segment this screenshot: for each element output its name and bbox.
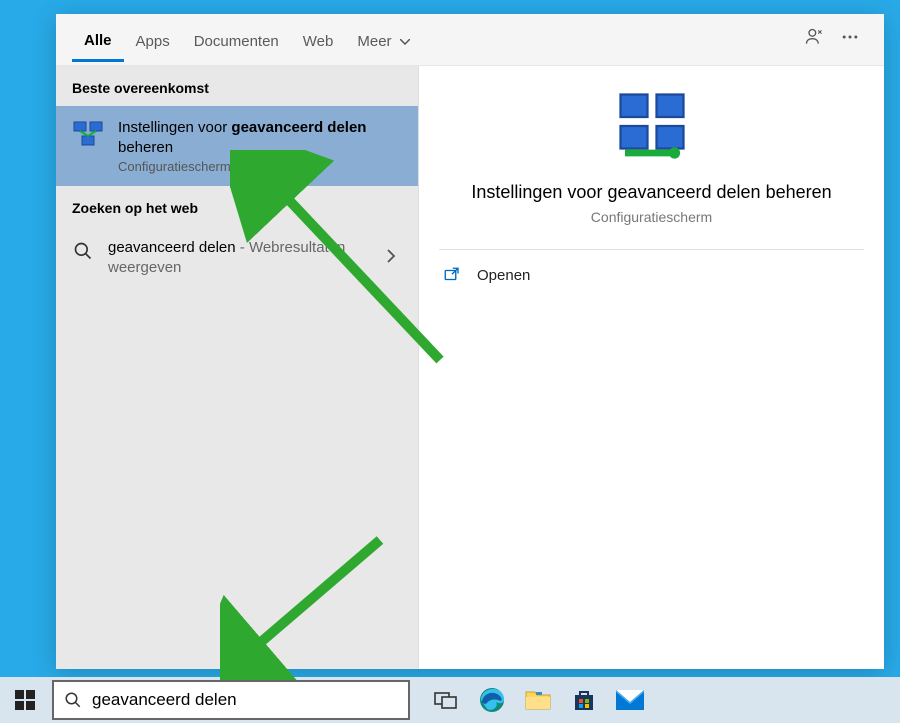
task-view-icon[interactable] xyxy=(428,682,464,718)
search-input[interactable] xyxy=(92,690,398,710)
open-icon xyxy=(443,266,461,284)
web-result-title: geavanceerd delen - Webresultaten weerge… xyxy=(108,238,366,277)
tab-apps[interactable]: Apps xyxy=(124,19,182,60)
network-sharing-icon-large xyxy=(616,90,688,162)
start-button[interactable] xyxy=(0,677,50,723)
search-icon xyxy=(72,240,94,262)
result-web-geavanceerd-delen[interactable]: geavanceerd delen - Webresultaten weerge… xyxy=(56,226,418,289)
chevron-down-icon xyxy=(400,39,410,45)
network-sharing-icon xyxy=(72,118,104,150)
tab-documents[interactable]: Documenten xyxy=(182,19,291,60)
windows-logo-icon xyxy=(15,690,35,710)
taskbar xyxy=(0,677,900,723)
open-label: Openen xyxy=(477,267,530,284)
feedback-icon[interactable] xyxy=(796,27,832,52)
results-list: Beste overeenkomst Instellingen voor gea… xyxy=(56,14,418,669)
result-advanced-sharing-settings[interactable]: Instellingen voor geavanceerd delen behe… xyxy=(56,106,418,186)
tab-web[interactable]: Web xyxy=(291,19,346,60)
taskbar-search-box[interactable] xyxy=(52,680,410,720)
search-results-panel: Beste overeenkomst Instellingen voor gea… xyxy=(56,14,884,669)
result-preview-pane: Instellingen voor geavanceerd delen behe… xyxy=(418,14,884,669)
mail-icon[interactable] xyxy=(612,682,648,718)
open-action[interactable]: Openen xyxy=(419,250,884,300)
file-explorer-icon[interactable] xyxy=(520,682,556,718)
search-icon xyxy=(64,691,82,709)
tab-all[interactable]: Alle xyxy=(72,18,124,62)
preview-subtitle: Configuratiescherm xyxy=(439,209,864,225)
edge-browser-icon[interactable] xyxy=(474,682,510,718)
microsoft-store-icon[interactable] xyxy=(566,682,602,718)
result-subtitle: Configuratiescherm xyxy=(118,159,402,174)
best-match-header: Beste overeenkomst xyxy=(56,66,418,106)
chevron-right-icon[interactable] xyxy=(380,247,402,268)
result-title: Instellingen voor geavanceerd delen behe… xyxy=(118,118,402,157)
web-search-header: Zoeken op het web xyxy=(56,186,418,226)
tab-more[interactable]: Meer xyxy=(345,19,421,60)
more-options-icon[interactable] xyxy=(832,27,868,52)
search-tabs: Alle Apps Documenten Web Meer xyxy=(56,14,884,66)
preview-title: Instellingen voor geavanceerd delen behe… xyxy=(439,182,864,203)
